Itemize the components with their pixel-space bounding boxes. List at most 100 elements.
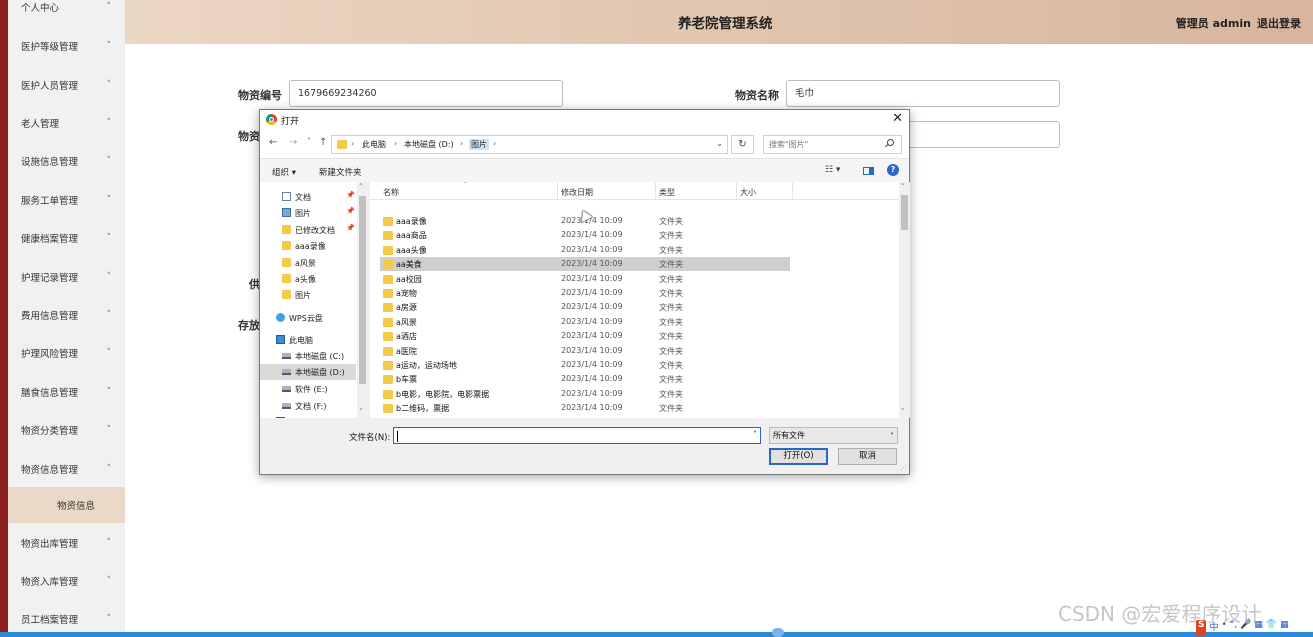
filename-input[interactable]: ˅ <box>393 427 761 444</box>
organize-button[interactable]: 组织 ▾ <box>272 166 296 178</box>
column-divider[interactable] <box>792 182 793 200</box>
sidebar-item[interactable]: 物资信息管理 ˄ <box>8 450 125 488</box>
file-row[interactable]: b二维码，票据 2023/1/4 10:09 文件夹 <box>380 401 790 415</box>
sidebar-item[interactable]: 健康档案管理 ˅ <box>8 219 125 257</box>
address-dropdown-icon[interactable]: ⌄ <box>716 139 723 148</box>
sidebar-item[interactable]: 医护人员管理 ˅ <box>8 66 125 104</box>
file-row[interactable]: aaa商品 2023/1/4 10:09 文件夹 <box>380 228 790 242</box>
ime-tray-icon[interactable]: 中 <box>1209 620 1218 636</box>
sidebar-item[interactable]: 护理风险管理 ˅ <box>8 334 125 372</box>
scroll-thumb[interactable] <box>901 195 908 230</box>
column-size[interactable]: 大小 <box>740 187 756 198</box>
resize-grip-icon[interactable]: ⋰ <box>900 464 907 472</box>
file-row[interactable]: a酒店 2023/1/4 10:09 文件夹 <box>380 329 790 343</box>
file-row[interactable]: a风景 2023/1/4 10:09 文件夹 <box>380 315 790 329</box>
column-type[interactable]: 类型 <box>659 187 675 198</box>
refresh-icon[interactable]: ↻ <box>731 135 754 154</box>
sidebar-item[interactable]: 服务工单管理 ˅ <box>8 181 125 219</box>
scroll-thumb[interactable] <box>359 196 366 384</box>
file-name: aaa录像 <box>396 217 427 226</box>
file-row[interactable]: b电影，电影院，电影票据 2023/1/4 10:09 文件夹 <box>380 387 790 401</box>
file-row[interactable]: a宠物 2023/1/4 10:09 文件夹 <box>380 286 790 300</box>
file-row[interactable]: a房源 2023/1/4 10:09 文件夹 <box>380 300 790 314</box>
ime-tray-icon[interactable]: 🎤 <box>1240 620 1251 636</box>
file-row[interactable]: aa美食 2023/1/4 10:09 文件夹 <box>380 257 790 272</box>
name-input[interactable]: 毛巾 <box>786 80 1060 107</box>
file-date: 2023/1/4 10:09 <box>561 316 623 326</box>
scroll-down-icon[interactable]: ˅ <box>359 408 363 416</box>
breadcrumb-separator: › <box>493 139 497 148</box>
folder-icon <box>282 225 291 234</box>
ime-tray-icon[interactable]: ▦ <box>1254 620 1263 636</box>
column-divider[interactable] <box>736 182 737 200</box>
ime-tray-icon[interactable]: °, <box>1230 620 1237 636</box>
file-row[interactable]: aaa头像 2023/1/4 10:09 文件夹 <box>380 243 790 257</box>
column-name[interactable]: 名称 <box>383 187 399 198</box>
sidebar-item[interactable]: 老人管理 ˅ <box>8 104 125 142</box>
sidebar-item[interactable]: 物资入库管理 ˅ <box>8 562 125 600</box>
sidebar-subitem-materials[interactable]: 物资信息 <box>8 487 125 523</box>
sidebar-item[interactable]: 物资分类管理 ˅ <box>8 411 125 449</box>
navigation-scrollbar[interactable]: ˄ ˅ <box>357 182 368 418</box>
breadcrumb-drive-d[interactable]: 本地磁盘 (D:) <box>404 139 454 150</box>
breadcrumb-this-pc[interactable]: 此电脑 <box>362 139 386 150</box>
bottom-scrollbar[interactable] <box>0 632 1313 637</box>
search-input[interactable] <box>763 135 902 154</box>
open-button[interactable]: 打开(O) <box>769 448 828 465</box>
file-date: 2023/1/4 10:09 <box>561 244 623 254</box>
scroll-up-icon[interactable]: ˄ <box>901 183 905 191</box>
sidebar-item-label: 老人管理 <box>21 119 60 130</box>
scroll-up-icon[interactable]: ˄ <box>359 183 363 191</box>
new-folder-button[interactable]: 新建文件夹 <box>319 166 362 178</box>
sidebar-item[interactable]: 护理记录管理 ˅ <box>8 258 125 296</box>
scroll-down-icon[interactable]: ˅ <box>901 408 905 416</box>
file-row[interactable]: a运动，运动场地 2023/1/4 10:09 文件夹 <box>380 358 790 372</box>
cloud-icon <box>276 313 285 322</box>
name-label: 物资名称 <box>735 89 779 102</box>
recent-locations-icon[interactable]: ˅ <box>307 137 311 146</box>
doc-icon <box>282 192 291 201</box>
view-options-icon[interactable]: ☷ ▾ <box>825 165 840 175</box>
nav-tree-item[interactable]: 本地磁盘 (D:) <box>260 364 356 380</box>
forward-arrow-icon[interactable]: → <box>289 137 297 148</box>
file-row[interactable]: b交通工具2023/1/4 10:09文件夹 <box>380 416 790 419</box>
sidebar-item[interactable]: 设施信息管理 ˅ <box>8 142 125 180</box>
chevron-down-icon: ˅ <box>106 576 112 586</box>
folder-icon <box>337 140 347 149</box>
file-row[interactable]: a医院 2023/1/4 10:09 文件夹 <box>380 344 790 358</box>
preview-pane-icon[interactable] <box>863 167 874 175</box>
sidebar-item[interactable]: 膳食信息管理 ˅ <box>8 373 125 411</box>
up-arrow-icon[interactable]: ↑ <box>319 137 327 148</box>
cancel-button[interactable]: 取消 <box>838 448 897 465</box>
help-icon[interactable]: ? <box>887 164 899 176</box>
file-date: 2023/1/4 10:09 <box>561 403 623 413</box>
sidebar-item[interactable]: 个人中心 ˅ <box>8 0 125 26</box>
search-icon[interactable] <box>887 139 894 146</box>
column-divider[interactable] <box>557 182 558 200</box>
chevron-up-icon: ˄ <box>106 464 112 474</box>
ime-tray-icon[interactable]: ▦ <box>1280 620 1289 636</box>
file-list-scrollbar[interactable]: ˄ ˅ <box>899 182 910 418</box>
ime-toolbar[interactable]: S 中 • °, 🎤 ▦ 👕 ▦ <box>1196 620 1289 636</box>
column-divider[interactable] <box>655 182 656 200</box>
picture-icon <box>282 208 291 217</box>
logout-link[interactable]: 退出登录 <box>1257 17 1301 30</box>
column-modified[interactable]: 修改日期 <box>561 187 593 198</box>
chevron-down-icon[interactable]: ˅ <box>753 430 757 439</box>
filetype-select[interactable]: 所有文件 ˅ <box>769 427 898 444</box>
sidebar-item[interactable]: 费用信息管理 ˅ <box>8 296 125 334</box>
scroll-thumb[interactable] <box>772 628 784 637</box>
address-bar[interactable]: › 此电脑 › 本地磁盘 (D:) › 图片 › ⌄ <box>331 135 728 154</box>
close-icon[interactable]: ✕ <box>892 111 903 126</box>
sogou-logo-icon[interactable]: S <box>1196 620 1207 636</box>
code-input[interactable]: 1679669234260 <box>289 80 563 107</box>
sidebar-item[interactable]: 物资出库管理 ˅ <box>8 524 125 562</box>
drive-icon <box>282 403 291 409</box>
ime-tray-icon[interactable]: 👕 <box>1266 620 1277 636</box>
file-row[interactable]: b车票 2023/1/4 10:09 文件夹 <box>380 372 790 386</box>
breadcrumb-pictures[interactable]: 图片 <box>469 139 489 150</box>
sidebar-item[interactable]: 医护等级管理 ˅ <box>8 27 125 65</box>
back-arrow-icon[interactable]: ← <box>269 137 277 148</box>
file-row[interactable]: aa校园 2023/1/4 10:09 文件夹 <box>380 272 790 286</box>
ime-tray-icon[interactable]: • <box>1222 620 1227 636</box>
